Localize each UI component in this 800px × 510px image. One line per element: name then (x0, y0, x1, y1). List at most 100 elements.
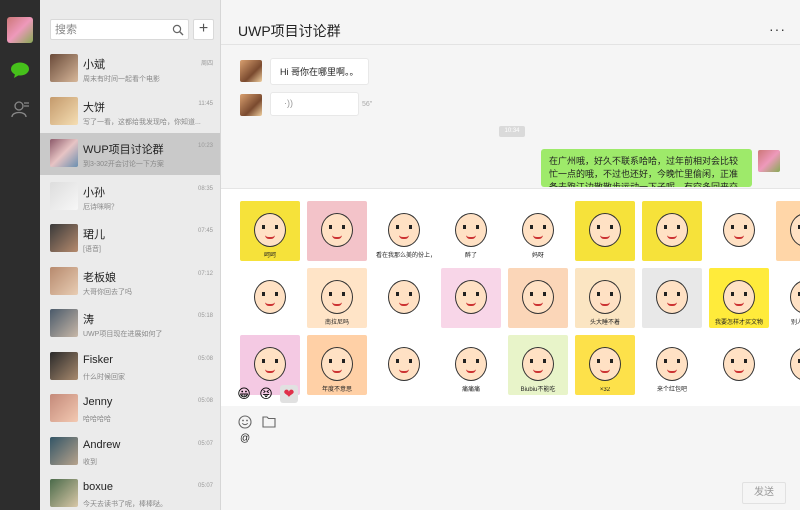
add-chat-button[interactable]: + (193, 19, 214, 40)
conversation-preview: 到3-302开会讨论一下方案 (83, 161, 164, 168)
sticker-face (656, 280, 688, 314)
conversation-item[interactable]: boxue 今天去读书了呢，棒棒哒。 05:07 (40, 473, 220, 510)
sticker[interactable]: 看在我那么美的份上，你就买个红包吧 (374, 201, 434, 261)
sticker-eyes (262, 359, 278, 363)
folder-icon[interactable] (262, 415, 276, 428)
sticker[interactable] (575, 201, 635, 261)
sticker[interactable]: 年度不意思 (307, 335, 367, 395)
conversation-time: 07:45 (197, 228, 213, 234)
sticker-eyes (597, 292, 613, 296)
conversation-item[interactable]: 小斌 周末有时间一起看个电影 周四 (40, 48, 220, 90)
sticker-eyes (731, 225, 747, 229)
sticker[interactable] (776, 201, 800, 261)
conversation-item[interactable]: Fisker 什么时候回家 05:08 (40, 346, 220, 388)
search-icon[interactable] (172, 24, 184, 36)
conversation-name: 老板娘 (83, 271, 116, 284)
sticker-face (723, 347, 755, 381)
conversation-time: 周四 (200, 61, 213, 67)
conversation-item[interactable]: 大饼 写了一看，这都给我发现哈，你知道... 11:45 (40, 91, 220, 133)
sticker[interactable] (307, 201, 367, 261)
conversation-item[interactable]: 珺儿 [语音] 07:45 (40, 218, 220, 260)
send-button[interactable]: 发送 (742, 482, 786, 504)
sticker[interactable]: 呵呵 (240, 201, 300, 261)
sticker-panel: 呵呵 看在我那么美的份上，你就买个红包吧 醉了 妈呀南拉尼吗 头大睡不着 我要怎样才买文物… (221, 188, 800, 406)
outgoing-message-bubble[interactable]: 在广州哦，好久不联系哈哈，过年前相对会比较忙一点的哦，不过也还好，今晚忙里偷闲，… (541, 149, 752, 187)
sticker-face (656, 347, 688, 381)
conversation-item[interactable]: Andrew 收到 05:07 (40, 431, 220, 473)
conversation-item[interactable]: 小孙 厄诗咪啊？ 08:35 (40, 176, 220, 218)
sticker[interactable] (240, 268, 300, 328)
sticker[interactable] (441, 268, 501, 328)
voice-message-bubble[interactable]: ·)) (270, 92, 359, 116)
sticker-face (388, 213, 420, 247)
emoji-icon[interactable] (238, 415, 252, 429)
sticker-caption: 年度不意思 (321, 387, 352, 393)
my-avatar[interactable] (7, 17, 33, 43)
contacts-icon[interactable] (11, 100, 29, 118)
sticker-face (589, 347, 621, 381)
sticker[interactable] (776, 335, 800, 395)
more-options-icon[interactable]: ··· (769, 21, 786, 37)
sticker-eyes (530, 292, 546, 296)
sticker[interactable]: 别人美哦哦 (776, 268, 800, 328)
sticker[interactable]: 痛痛痛 (441, 335, 501, 395)
message-input[interactable]: @ (240, 433, 250, 444)
search-input[interactable] (51, 20, 169, 40)
conversation-item[interactable]: WUP项目讨论群 到3-302开会讨论一下方案 10:23 (40, 133, 220, 175)
sticker-eyes (530, 225, 546, 229)
sticker-face (388, 347, 420, 381)
conversation-item[interactable]: 老板娘 大哥你回去了吗 07:12 (40, 261, 220, 303)
sticker[interactable] (709, 335, 769, 395)
conversation-name: 小孙 (83, 186, 105, 199)
conversation-item[interactable]: Jenny 哈哈哈哈 05:08 (40, 388, 220, 430)
compose-area: @ 发送 (221, 406, 800, 510)
sender-avatar[interactable] (240, 94, 262, 116)
sticker-caption: 妈呀 (531, 253, 544, 259)
my-message-avatar[interactable] (758, 150, 780, 172)
sticker[interactable]: 头大睡不着 (575, 268, 635, 328)
favorites-heart-tab[interactable]: ❤ (280, 385, 298, 403)
sticker[interactable]: 南拉尼吗 (307, 268, 367, 328)
sticker-face (589, 213, 621, 247)
sticker-face (254, 280, 286, 314)
conversation-time: 08:35 (197, 185, 213, 192)
sticker[interactable] (642, 201, 702, 261)
sticker[interactable] (508, 268, 568, 328)
search-box[interactable] (50, 19, 189, 40)
sticker-face (388, 280, 420, 314)
sender-avatar[interactable] (240, 60, 262, 82)
conversation-preview: [语音] (83, 246, 101, 253)
sticker-eyes (530, 359, 546, 363)
sticker-caption: Biubiu不能吃 (520, 387, 556, 393)
sticker-caption: 看在我那么美的份上，你就买个红包吧 (376, 253, 432, 259)
sticker[interactable]: 妈呀 (508, 201, 568, 261)
sticker[interactable]: Biubiu不能吃 (508, 335, 568, 395)
conversation-preview: 写了一看，这都给我发现哈，你知道... (83, 118, 201, 126)
emoji-tab[interactable]: 😀 (235, 385, 253, 403)
plus-icon: + (198, 20, 209, 37)
conversation-time: 05:08 (197, 398, 213, 404)
sticker[interactable] (374, 335, 434, 395)
sticker-face (656, 213, 688, 247)
conversation-name: 大饼 (83, 101, 105, 114)
voice-duration: 56" (362, 101, 373, 108)
conversation-item[interactable]: 涛 UWP项目现在进展如何了 05:18 (40, 303, 220, 345)
sticker[interactable] (642, 268, 702, 328)
sticker-face (522, 347, 554, 381)
conversation-list: + 小斌周末有时间一起看个电影 周四大饼写了一看，这都给我发现哈，你知道... 11… (40, 0, 221, 510)
funny-face-tab[interactable]: 😝 (257, 385, 275, 403)
sticker[interactable]: 我要怎样才买文物 (709, 268, 769, 328)
sticker-caption: 头大睡不着 (589, 320, 620, 326)
header-divider (221, 44, 800, 45)
sticker[interactable] (709, 201, 769, 261)
chat-icon[interactable] (10, 62, 30, 78)
sticker[interactable] (374, 268, 434, 328)
sticker[interactable]: 醉了 (441, 201, 501, 261)
sticker[interactable]: 来个红包吧 (642, 335, 702, 395)
conversation-avatar (50, 309, 78, 337)
sticker-face (790, 347, 800, 381)
conversation-name: Fisker (83, 353, 113, 366)
sticker-eyes (597, 225, 613, 229)
message-bubble[interactable]: Hi 哥你在哪里啊。。 (270, 58, 369, 85)
sticker[interactable]: ×32 (575, 335, 635, 395)
